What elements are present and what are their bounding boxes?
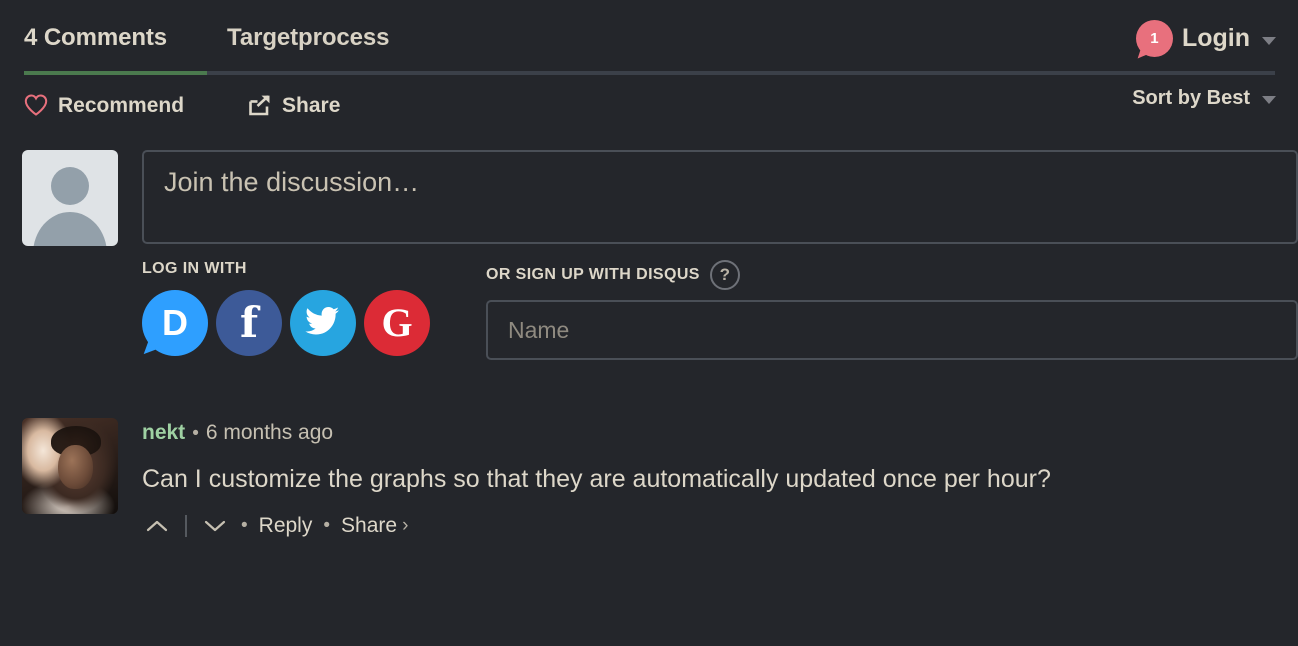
share-export-icon (248, 94, 272, 116)
comment-content: nekt • 6 months ago Can I customize the … (142, 418, 1276, 538)
comment-actionbar: Recommend Share Sort by Best (0, 76, 1298, 134)
social-login-section: LOG IN WITH D f G (142, 260, 462, 360)
help-icon[interactable]: ? (709, 260, 740, 290)
name-field-placeholder: Name (508, 316, 570, 343)
auth-options: LOG IN WITH D f G OR SIGN UP WITH DISQUS… (142, 260, 1298, 360)
share-label: Share (282, 93, 341, 117)
comment-tabs: 4 Comments Targetprocess (24, 26, 389, 50)
recommend-button[interactable]: Recommend (24, 94, 184, 116)
heart-icon (24, 94, 48, 116)
composer-fields: Join the discussion… LOG IN WITH D f G O… (142, 150, 1298, 360)
comment-input-placeholder: Join the discussion… (164, 167, 420, 197)
vote-separator (185, 515, 187, 537)
share-caret-icon[interactable]: › (402, 515, 408, 537)
login-area[interactable]: 1 Login (1135, 20, 1276, 57)
chevron-down-icon[interactable] (200, 515, 230, 537)
avatar[interactable] (22, 418, 118, 514)
comment-item: nekt • 6 months ago Can I customize the … (0, 418, 1298, 538)
chevron-up-icon[interactable] (142, 515, 172, 537)
avatar-photo-face (58, 444, 94, 490)
tab-targetprocess[interactable]: Targetprocess (227, 26, 389, 50)
active-tab-underline (24, 71, 207, 75)
facebook-login-button[interactable]: f (216, 290, 282, 356)
disqus-icon: D (162, 302, 188, 343)
meta-separator: • (192, 423, 199, 444)
twitter-bird-icon (305, 306, 341, 341)
disqus-login-button[interactable]: D (142, 290, 208, 356)
comment-text: Can I customize the graphs so that they … (142, 465, 1051, 493)
comment-action-row: • Reply • Share › (142, 514, 1276, 538)
signup-label: OR SIGN UP WITH DISQUS (486, 266, 700, 283)
signup-caption-row: OR SIGN UP WITH DISQUS ? (486, 260, 1298, 290)
chevron-down-icon[interactable] (1262, 96, 1276, 104)
comment-share-button[interactable]: Share (341, 514, 397, 538)
name-field[interactable]: Name (486, 300, 1298, 360)
default-avatar-icon (22, 150, 118, 246)
social-login-buttons: D f G (142, 290, 462, 356)
comment-composer: Join the discussion… LOG IN WITH D f G O… (0, 150, 1298, 360)
comment-timestamp[interactable]: 6 months ago (206, 422, 333, 443)
reply-button[interactable]: Reply (259, 514, 313, 538)
sort-dropdown[interactable]: Sort by Best (1132, 88, 1276, 108)
tab-comments[interactable]: 4 Comments (24, 26, 167, 50)
facebook-icon: f (239, 298, 259, 347)
twitter-login-button[interactable] (290, 290, 356, 356)
comment-meta: nekt • 6 months ago (142, 422, 1276, 443)
login-with-label: LOG IN WITH (142, 260, 247, 277)
notification-count: 1 (1150, 30, 1159, 47)
google-icon: G (381, 300, 413, 345)
recommend-label: Recommend (58, 93, 185, 117)
avatar-body (33, 212, 107, 246)
comment-author[interactable]: nekt (142, 422, 185, 443)
notification-badge[interactable]: 1 (1135, 20, 1173, 57)
tab-divider (24, 71, 1275, 75)
chevron-down-icon[interactable] (1262, 36, 1276, 45)
share-button[interactable]: Share (248, 94, 340, 116)
action-separator-2: • (323, 515, 331, 536)
comment-input[interactable]: Join the discussion… (142, 150, 1298, 244)
action-separator-1: • (241, 515, 248, 536)
avatar-head (51, 167, 89, 205)
sort-label: Sort by Best (1132, 87, 1250, 109)
google-login-button[interactable]: G (364, 290, 430, 356)
comments-header: 4 Comments Targetprocess 1 Login (0, 0, 1298, 76)
login-button[interactable]: Login (1182, 26, 1250, 51)
disqus-signup-section: OR SIGN UP WITH DISQUS ? Name (486, 260, 1298, 360)
